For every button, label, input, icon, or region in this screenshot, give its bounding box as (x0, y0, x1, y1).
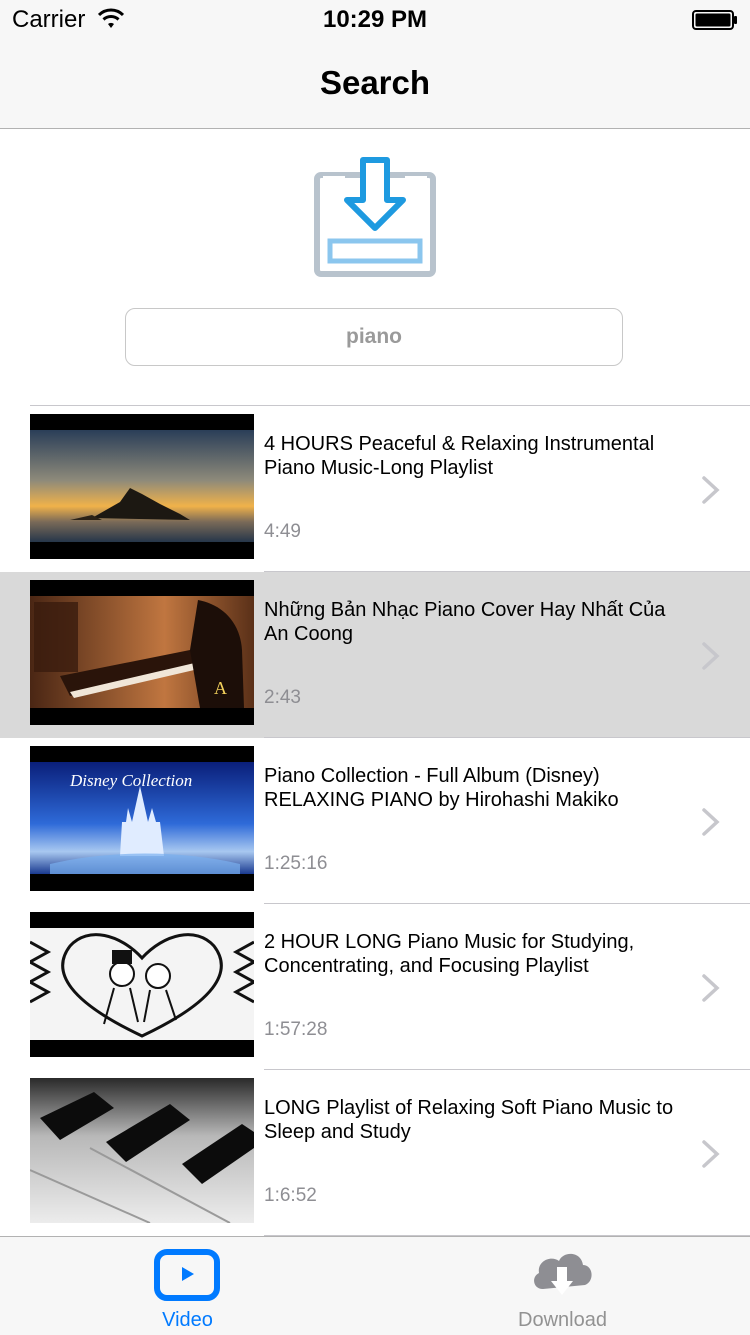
navigation-bar: Search (0, 40, 750, 129)
video-title: 4 HOURS Peaceful & Relaxing Instrumental… (264, 433, 655, 479)
video-duration: 1:57:28 (264, 1019, 328, 1040)
video-play-icon (154, 1249, 220, 1301)
tab-label: Video (162, 1309, 213, 1331)
chevron-right-icon (702, 974, 720, 1002)
tab-video[interactable]: Video (0, 1237, 375, 1335)
video-thumbnail-cartoon-heart (30, 912, 254, 1057)
video-thumbnail-piano-player: A (30, 580, 254, 725)
video-duration: 1:25:16 (264, 853, 328, 874)
video-row[interactable]: 2 HOUR LONG Piano Music for Studying, Co… (0, 904, 750, 1070)
download-tray-icon (314, 157, 436, 277)
results-list: 4 HOURS Peaceful & Relaxing Instrumental… (0, 406, 750, 1236)
status-time: 10:29 PM (322, 6, 428, 33)
video-row[interactable]: Disney Collection Piano Collection - Ful… (0, 738, 750, 904)
tab-bar: Video Download (0, 1236, 750, 1335)
tab-download[interactable]: Download (375, 1237, 750, 1335)
video-title: 2 HOUR LONG Piano Music for Studying, Co… (264, 931, 635, 977)
chevron-right-icon (702, 476, 720, 504)
svg-text:A: A (214, 678, 227, 698)
battery-icon (692, 10, 737, 30)
video-title: Piano Collection - Full Album (Disney) R… (264, 765, 619, 811)
cloud-download-icon (534, 1253, 592, 1295)
video-row[interactable]: 4 HOURS Peaceful & Relaxing Instrumental… (0, 406, 750, 572)
video-duration: 4:49 (264, 521, 301, 542)
video-title: Những Bản Nhạc Piano Cover Hay Nhất Của … (264, 599, 666, 645)
video-row[interactable]: A Những Bản Nhạc Piano Cover Hay Nhất Củ… (0, 572, 750, 738)
status-bar: Carrier 10:29 PM (0, 0, 750, 40)
page-title: Search (319, 64, 431, 101)
video-thumbnail-disney: Disney Collection (30, 746, 254, 891)
video-duration: 2:43 (264, 687, 301, 708)
video-thumbnail-sunset (30, 414, 254, 559)
chevron-right-icon (702, 642, 720, 670)
search-input[interactable] (125, 308, 623, 366)
video-duration: 1:6:52 (264, 1185, 317, 1206)
tab-label: Download (518, 1309, 607, 1331)
chevron-right-icon (702, 1140, 720, 1168)
chevron-right-icon (702, 808, 720, 836)
video-row[interactable]: LONG Playlist of Relaxing Soft Piano Mus… (0, 1070, 750, 1236)
video-thumbnail-piano-keys (30, 1078, 254, 1223)
video-title: LONG Playlist of Relaxing Soft Piano Mus… (264, 1097, 674, 1143)
thumbnail-caption: Disney Collection (69, 771, 192, 790)
